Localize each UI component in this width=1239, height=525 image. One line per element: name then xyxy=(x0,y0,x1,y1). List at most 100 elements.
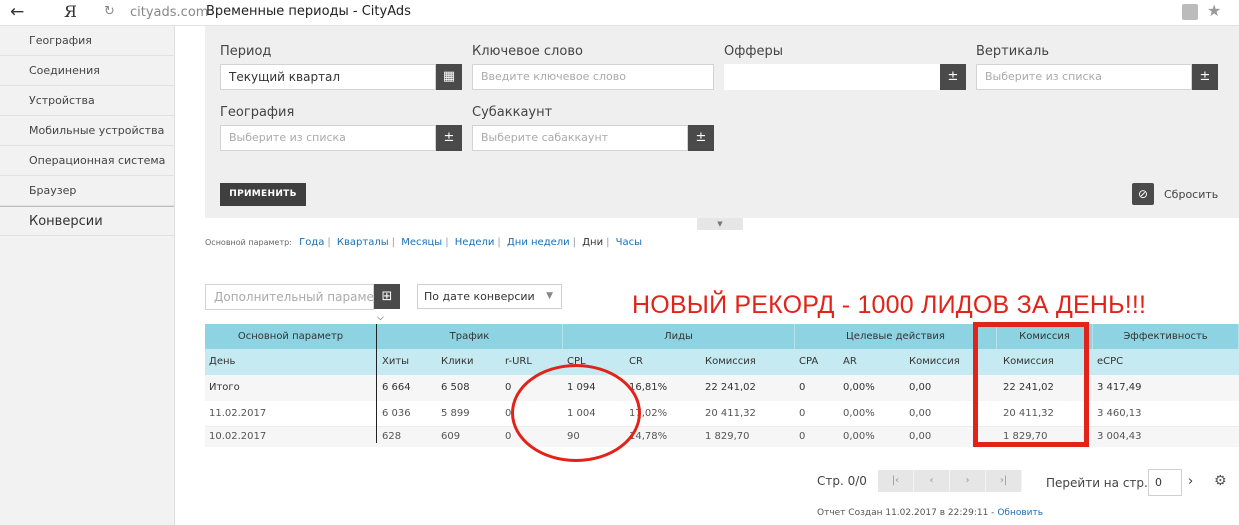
param-link-weeks[interactable]: Недели xyxy=(455,237,495,248)
pagination: |‹ ‹ › ›| xyxy=(878,470,1022,492)
primary-param-label: Основной параметр: xyxy=(205,238,292,247)
geo-filter: География Выберите из списка ± xyxy=(220,105,462,151)
browser-toolbar: ← Я ↻ cityads.com Временные периоды - Ci… xyxy=(0,0,1239,26)
lock-icon[interactable] xyxy=(1182,4,1198,20)
cell: 0 xyxy=(505,431,512,442)
chevron-down-icon: ▼ xyxy=(546,291,553,301)
sidebar-item-geography[interactable]: География xyxy=(0,26,174,56)
annotation-rectangle xyxy=(973,322,1089,447)
sidebar-item-mobile-devices[interactable]: Мобильные устройства xyxy=(0,116,174,146)
add-param-icon[interactable]: ⊞ xyxy=(374,284,400,309)
cell: 3 004,43 xyxy=(1097,431,1142,442)
column-divider xyxy=(376,324,377,443)
subaccount-input[interactable]: Выберите сабаккаунт xyxy=(472,125,688,151)
cell: 6 664 xyxy=(382,382,411,393)
geo-label: География xyxy=(220,105,295,120)
annotation-circle xyxy=(511,364,641,462)
vertical-label: Вертикаль xyxy=(976,44,1049,59)
record-annotation: НОВЫЙ РЕКОРД - 1000 ЛИДОВ ЗА ДЕНЬ!!! xyxy=(632,291,1147,319)
back-arrow-icon[interactable]: ← xyxy=(10,2,24,22)
col-cr[interactable]: CR xyxy=(629,349,643,375)
period-input[interactable]: Текущий квартал xyxy=(220,64,436,90)
sidebar-item-conversions[interactable]: Конверсии xyxy=(0,206,174,236)
geo-input[interactable]: Выберите из списка xyxy=(220,125,436,151)
offers-label: Офферы xyxy=(724,44,783,59)
group-leads: Лиды xyxy=(563,324,795,349)
go-arrow-icon[interactable]: › xyxy=(1188,474,1193,489)
cell: 10.02.2017 xyxy=(209,431,267,442)
goto-page-input[interactable]: 0 xyxy=(1148,469,1182,496)
address-domain[interactable]: cityads.com xyxy=(130,5,208,20)
vertical-input[interactable]: Выберите из списка xyxy=(976,64,1192,90)
date-mode-select[interactable]: По дате конверсии ▼ xyxy=(417,284,562,309)
col-hits[interactable]: Хиты xyxy=(382,349,409,375)
sidebar-item-devices[interactable]: Устройства xyxy=(0,86,174,116)
param-link-hours[interactable]: Часы xyxy=(616,237,642,248)
param-current-days: Дни xyxy=(582,237,604,248)
plus-minus-icon[interactable]: ± xyxy=(1192,64,1218,90)
cell: 0 xyxy=(799,408,806,419)
cell: 609 xyxy=(441,431,461,442)
refresh-link[interactable]: Обновить xyxy=(997,508,1043,518)
sidebar-item-os[interactable]: Операционная система xyxy=(0,146,174,176)
plus-minus-icon[interactable]: ± xyxy=(940,64,966,90)
plus-minus-icon[interactable]: ± xyxy=(688,125,714,151)
cell: 0 xyxy=(505,382,512,393)
reset-label[interactable]: Сбросить xyxy=(1164,188,1218,201)
last-page-icon[interactable]: ›| xyxy=(986,470,1022,492)
additional-param-input[interactable]: Дополнительный параметр xyxy=(205,284,374,310)
reset-icon[interactable]: ⊘ xyxy=(1132,183,1154,205)
col-target-commission[interactable]: Комиссия xyxy=(909,349,960,375)
reset-button[interactable]: ⊘ Сбросить xyxy=(1132,183,1218,205)
date-mode-value: По дате конверсии xyxy=(424,290,535,303)
calendar-icon[interactable]: ▦ xyxy=(436,64,462,90)
param-link-quarters[interactable]: Кварталы xyxy=(337,237,389,248)
sidebar-item-browser[interactable]: Браузер xyxy=(0,176,174,206)
next-page-icon[interactable]: › xyxy=(950,470,986,492)
cell: 3 417,49 xyxy=(1097,382,1142,393)
offers-filter: Офферы ± xyxy=(724,44,966,90)
sidebar-item-connections[interactable]: Соединения xyxy=(0,56,174,86)
offers-input[interactable] xyxy=(724,64,940,90)
apply-button[interactable]: ПРИМЕНИТЬ xyxy=(220,183,306,206)
report-footer: Отчет Создан 11.02.2017 в 22:29:11 - Обн… xyxy=(817,508,1043,518)
cell: 0,00% xyxy=(843,408,875,419)
gear-icon[interactable]: ⚙ xyxy=(1214,473,1227,489)
additional-param: Дополнительный параметр ⊞ xyxy=(205,284,400,310)
resize-handle-icon[interactable]: ⌵ xyxy=(377,313,384,323)
yandex-logo[interactable]: Я xyxy=(64,2,77,21)
prev-page-icon[interactable]: ‹ xyxy=(914,470,950,492)
cell: 5 899 xyxy=(441,408,470,419)
group-main: Основной параметр xyxy=(205,324,377,349)
param-link-years[interactable]: Года xyxy=(299,237,324,248)
group-efficiency: Эффективность xyxy=(1093,324,1239,349)
cell: 20 411,32 xyxy=(705,408,756,419)
star-icon[interactable]: ★ xyxy=(1207,1,1221,20)
col-ecpc[interactable]: eCPC xyxy=(1097,349,1123,375)
cell: 0 xyxy=(799,431,806,442)
cell: 0,00 xyxy=(909,431,932,442)
col-day[interactable]: День xyxy=(209,349,235,375)
param-link-months[interactable]: Месяцы xyxy=(401,237,442,248)
keyword-filter: Ключевое слово Введите ключевое слово xyxy=(472,44,714,90)
cell: 3 460,13 xyxy=(1097,408,1142,419)
col-cpa[interactable]: CPA xyxy=(799,349,818,375)
cell: 0 xyxy=(799,382,806,393)
col-ar[interactable]: AR xyxy=(843,349,857,375)
cell: 0,00% xyxy=(843,431,875,442)
page-title: Временные периоды - CityAds xyxy=(206,4,411,19)
plus-minus-icon[interactable]: ± xyxy=(436,125,462,151)
collapse-toggle-icon[interactable]: ▼ xyxy=(697,218,743,230)
first-page-icon[interactable]: |‹ xyxy=(878,470,914,492)
subaccount-label: Субаккаунт xyxy=(472,105,553,120)
col-leads-commission[interactable]: Комиссия xyxy=(705,349,756,375)
keyword-input[interactable]: Введите ключевое слово xyxy=(472,64,714,90)
cell: 1 829,70 xyxy=(705,431,750,442)
param-link-weekdays[interactable]: Дни недели xyxy=(507,237,570,248)
cell: 0,00 xyxy=(909,408,932,419)
col-clicks[interactable]: Клики xyxy=(441,349,474,375)
cell: 22 241,02 xyxy=(705,382,756,393)
col-rurl[interactable]: r-URL xyxy=(505,349,532,375)
keyword-label: Ключевое слово xyxy=(472,44,583,59)
reload-icon[interactable]: ↻ xyxy=(104,4,115,19)
